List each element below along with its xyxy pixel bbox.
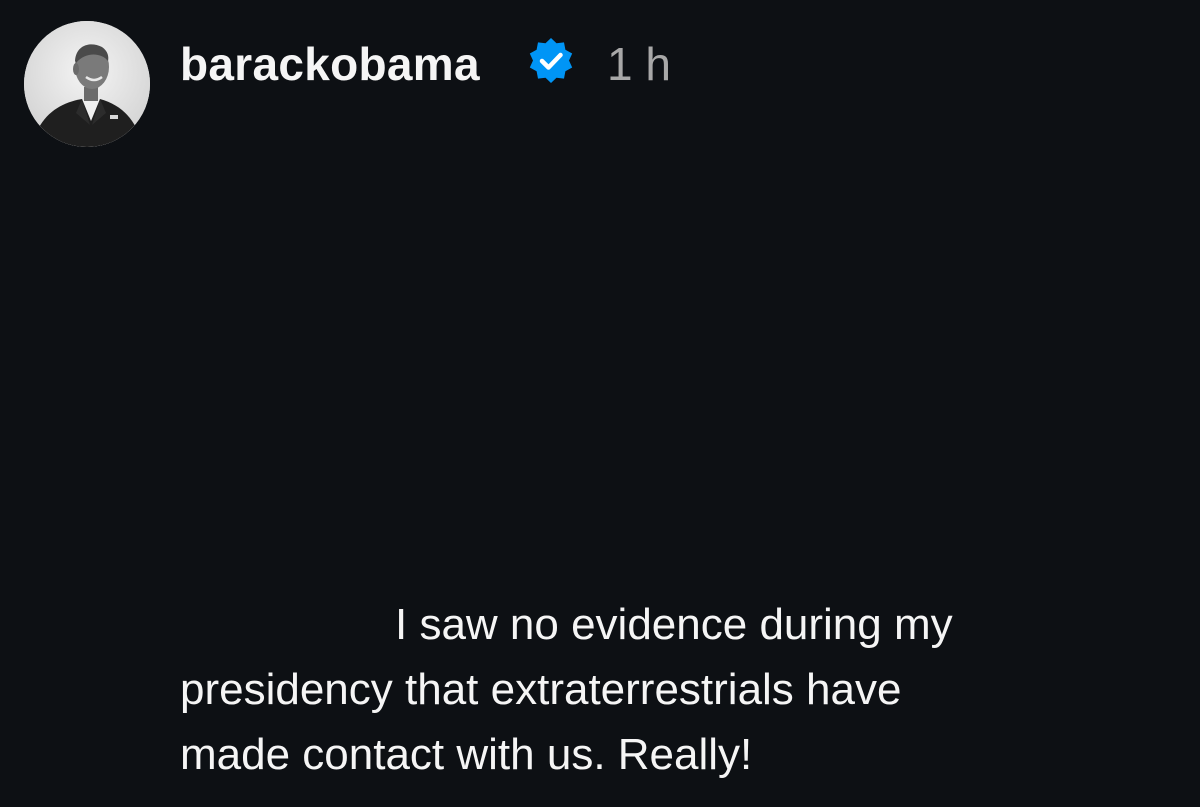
profile-avatar[interactable] [24, 21, 150, 147]
verified-badge-icon [529, 38, 573, 83]
profile-photo-icon [24, 21, 150, 147]
username-link[interactable]: barackobama [180, 36, 480, 92]
post-timestamp: 1 h [607, 38, 671, 90]
caption-line: presidency that extraterrestrials have [180, 665, 902, 714]
caption-line: I saw no evidence during my [395, 600, 953, 649]
post-view: barackobama 1 h I saw no evidence during… [0, 0, 1200, 807]
post-caption: I saw no evidence during my presidency t… [180, 592, 1170, 787]
caption-line: made contact with us. Really! [180, 730, 753, 779]
